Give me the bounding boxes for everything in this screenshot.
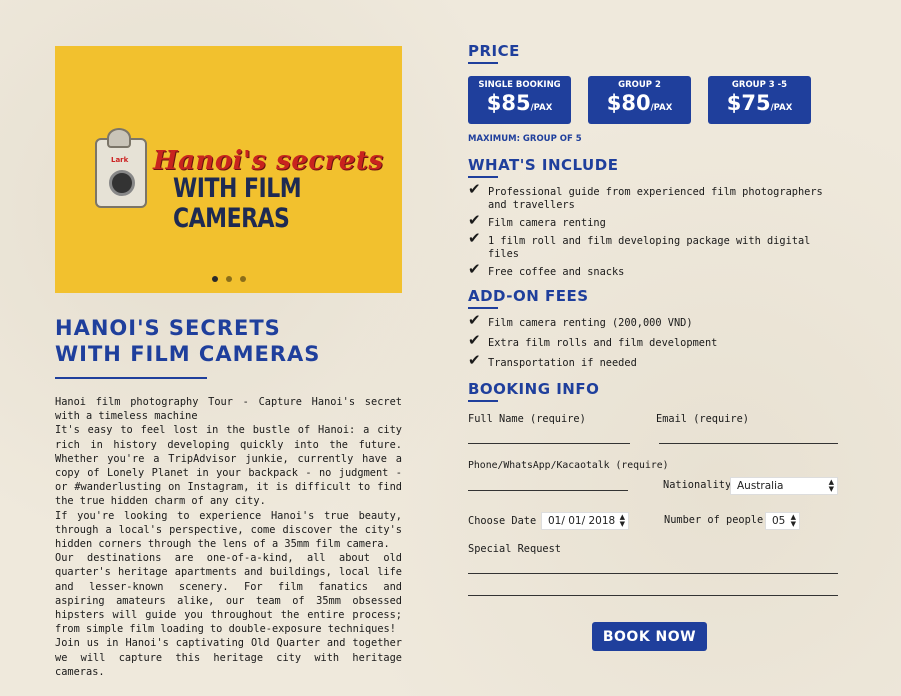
date-label: Choose Date: [468, 515, 537, 527]
addons-heading-underline: [468, 307, 498, 309]
phone-input[interactable]: [468, 490, 628, 491]
desc-paragraph-4: Our destinations are one-of-a-kind, all …: [55, 552, 402, 636]
desc-paragraph-2: It's easy to feel lost in the bustle of …: [55, 424, 402, 508]
people-select[interactable]: 05 ▲ ▼: [765, 512, 800, 530]
lens-icon: [109, 170, 135, 196]
checkmark-icon: ✔: [468, 331, 481, 349]
carousel-dot-1[interactable]: [212, 276, 218, 282]
include-text: Film camera renting: [488, 217, 606, 229]
full-name-input[interactable]: [468, 443, 630, 444]
select-arrows-icon: ▲ ▼: [828, 478, 834, 493]
special-request-label: Special Request: [468, 543, 561, 555]
special-request-input[interactable]: [468, 573, 838, 574]
hero-title-caps: WITH FILM CAMERAS: [173, 174, 302, 234]
booking-heading: BOOKING INFO: [468, 380, 600, 398]
carousel-dot-2[interactable]: [226, 276, 232, 282]
include-text: Free coffee and snacks: [488, 266, 625, 278]
desc-paragraph-1: Hanoi film photography Tour - Capture Ha…: [55, 396, 402, 423]
checkmark-icon: ✔: [468, 351, 481, 369]
title-underline: [55, 377, 207, 379]
full-name-label: Full Name (require): [468, 413, 586, 425]
price-amount: $80: [606, 91, 651, 115]
nationality-value: Australia: [737, 480, 784, 492]
phone-label: Phone/WhatsApp/Kacaotalk (require): [468, 460, 669, 471]
price-label: SINGLE BOOKING: [478, 80, 561, 90]
include-text: 1 film roll and film developing package …: [488, 235, 811, 260]
page-title: HANOI'S SECRETS WITH FILM CAMERAS: [55, 315, 402, 367]
carousel-dots: [212, 276, 246, 282]
price-amount: $75: [726, 91, 771, 115]
hero-title-script: Hanoi's secrets: [153, 146, 384, 176]
price-heading-underline: [468, 62, 498, 64]
special-request-input-line-2[interactable]: [468, 595, 838, 596]
addons-heading: ADD-ON FEES: [468, 287, 589, 305]
addon-text: Film camera renting (200,000 VND): [488, 317, 693, 329]
people-label: Number of people: [664, 514, 764, 526]
addons-list: ✔ Film camera renting (200,000 VND) ✔ Extr…: [468, 311, 840, 370]
email-input[interactable]: [659, 443, 838, 444]
page-title-line2: WITH FILM CAMERAS: [55, 342, 321, 366]
list-item: ✔ Film camera renting: [468, 211, 840, 230]
list-item: ✔ Transportation if needed: [468, 351, 840, 370]
max-group-note: MAXIMUM: GROUP OF 5: [468, 134, 582, 144]
people-value: 05: [772, 515, 786, 527]
email-label: Email (require): [656, 413, 749, 425]
booking-panel: PRICE SINGLE BOOKING $85/PAX GROUP 2 $80…: [468, 42, 840, 402]
camera-brand: Lark: [111, 156, 129, 164]
date-value: 01/ 01/ 2018: [548, 515, 616, 527]
nationality-select[interactable]: Australia ▲ ▼: [730, 477, 838, 495]
date-picker[interactable]: 01/ 01/ 2018 ▲ ▼: [541, 512, 629, 530]
page-title-line1: HANOI'S SECRETS: [55, 316, 281, 340]
select-arrows-icon: ▲ ▼: [790, 513, 796, 528]
carousel-dot-3[interactable]: [240, 276, 246, 282]
price-unit: /PAX: [650, 103, 673, 113]
includes-heading-underline: [468, 176, 498, 178]
flash-icon: [107, 128, 131, 148]
includes-heading: WHAT'S INCLUDE: [468, 156, 619, 174]
tour-overview: Lark Hanoi's secrets WITH FILM CAMERAS H…: [55, 46, 402, 679]
addon-text: Extra film rolls and film development: [488, 337, 718, 349]
checkmark-icon: ✔: [468, 211, 481, 229]
select-arrows-icon: ▲ ▼: [619, 513, 625, 528]
checkmark-icon: ✔: [468, 260, 481, 278]
list-item: ✔ 1 film roll and film developing package…: [468, 229, 840, 261]
book-now-button[interactable]: BOOK NOW: [592, 622, 707, 651]
film-camera-icon: Lark: [95, 128, 147, 208]
checkmark-icon: ✔: [468, 311, 481, 329]
hero-carousel[interactable]: Lark Hanoi's secrets WITH FILM CAMERAS: [55, 46, 402, 293]
booking-heading-underline: [468, 400, 498, 402]
price-unit: /PAX: [530, 103, 553, 113]
list-item: ✔ Extra film rolls and film development: [468, 331, 840, 350]
price-unit: /PAX: [770, 103, 793, 113]
price-single[interactable]: SINGLE BOOKING $85/PAX: [468, 76, 571, 124]
include-text: Professional guide from experienced film…: [488, 186, 823, 211]
price-options: SINGLE BOOKING $85/PAX GROUP 2 $80/PAX G…: [468, 76, 840, 124]
price-heading: PRICE: [468, 42, 520, 60]
tour-description: Hanoi film photography Tour - Capture Ha…: [55, 395, 402, 679]
price-label: GROUP 2: [618, 80, 661, 90]
price-amount: $85: [486, 91, 531, 115]
addon-text: Transportation if needed: [488, 357, 637, 369]
checkmark-icon: ✔: [468, 180, 481, 198]
addons-section: ADD-ON FEES ✔ Film camera renting (200,00…: [468, 287, 840, 370]
includes-list: ✔ Professional guide from experienced fil…: [468, 180, 840, 279]
desc-paragraph-5: Join us in Hanoi's captivating Old Quart…: [55, 637, 402, 678]
includes-section: WHAT'S INCLUDE ✔ Professional guide from …: [468, 156, 840, 279]
list-item: ✔ Professional guide from experienced fil…: [468, 180, 840, 212]
list-item: ✔ Film camera renting (200,000 VND): [468, 311, 840, 330]
nationality-label: Nationality: [663, 479, 732, 491]
list-item: ✔ Free coffee and snacks: [468, 260, 840, 279]
price-group-2[interactable]: GROUP 2 $80/PAX: [588, 76, 691, 124]
desc-paragraph-3: If you're looking to experience Hanoi's …: [55, 509, 402, 551]
price-label: GROUP 3 -5: [731, 80, 788, 90]
checkmark-icon: ✔: [468, 229, 481, 247]
booking-heading-wrap: BOOKING INFO: [468, 380, 840, 402]
price-group-3-5[interactable]: GROUP 3 -5 $75/PAX: [708, 76, 811, 124]
